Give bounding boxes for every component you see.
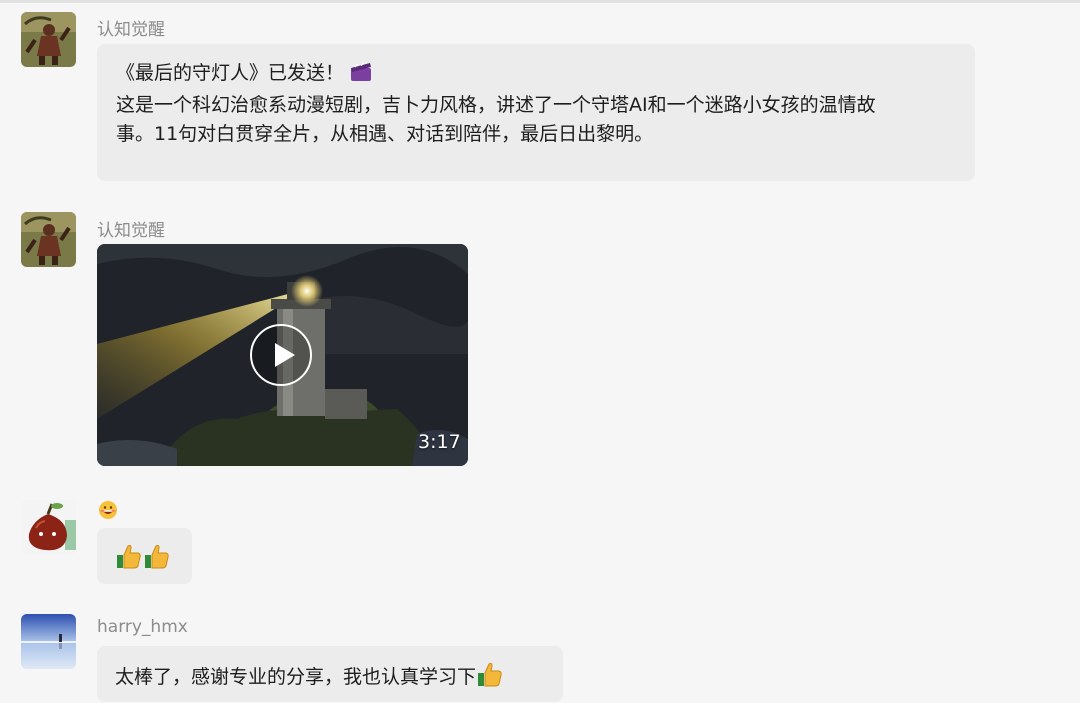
sender-name: harry_hmx	[97, 617, 188, 637]
sender-name: 认知觉醒	[97, 221, 165, 241]
thumbs-up-icon	[476, 660, 504, 697]
message-text: 太棒了，感谢专业的分享，我也认真学习下	[115, 666, 477, 688]
message-line: 这是一个科幻治愈系动漫短剧，吉卜力风格，讲述了一个守塔AI和一个迷路小女孩的温情…	[116, 94, 876, 116]
message-bubble[interactable]	[97, 528, 192, 584]
message-bubble[interactable]: 《最后的守灯人》已发送！ 这是一个科幻治愈系动漫短剧，吉卜力风格，讲述了一个守塔…	[97, 44, 975, 181]
grinning-face-icon	[98, 500, 118, 525]
salt-flat-avatar-icon[interactable]	[21, 614, 76, 669]
thumbs-up-icon	[143, 542, 171, 579]
clapperboard-icon	[350, 62, 372, 91]
message-bubble[interactable]: 太棒了，感谢专业的分享，我也认真学习下	[97, 646, 563, 702]
warrior-avatar-icon[interactable]	[21, 12, 76, 67]
video-duration: 3:17	[418, 431, 461, 453]
play-button[interactable]	[250, 324, 312, 386]
sender-name: 认知觉醒	[97, 20, 165, 40]
message-title: 《最后的守灯人》已发送！	[116, 62, 345, 84]
pear-avatar-icon[interactable]	[21, 500, 76, 555]
warrior-avatar-icon[interactable]	[21, 212, 76, 267]
top-divider	[0, 0, 1080, 3]
thumbs-up-icon	[115, 542, 143, 579]
message-line: 《最后的守灯人》已发送！	[116, 59, 955, 91]
message-line: 事。11句对白贯穿全片，从相遇、对话到陪伴，最后日出黎明。	[116, 123, 654, 145]
